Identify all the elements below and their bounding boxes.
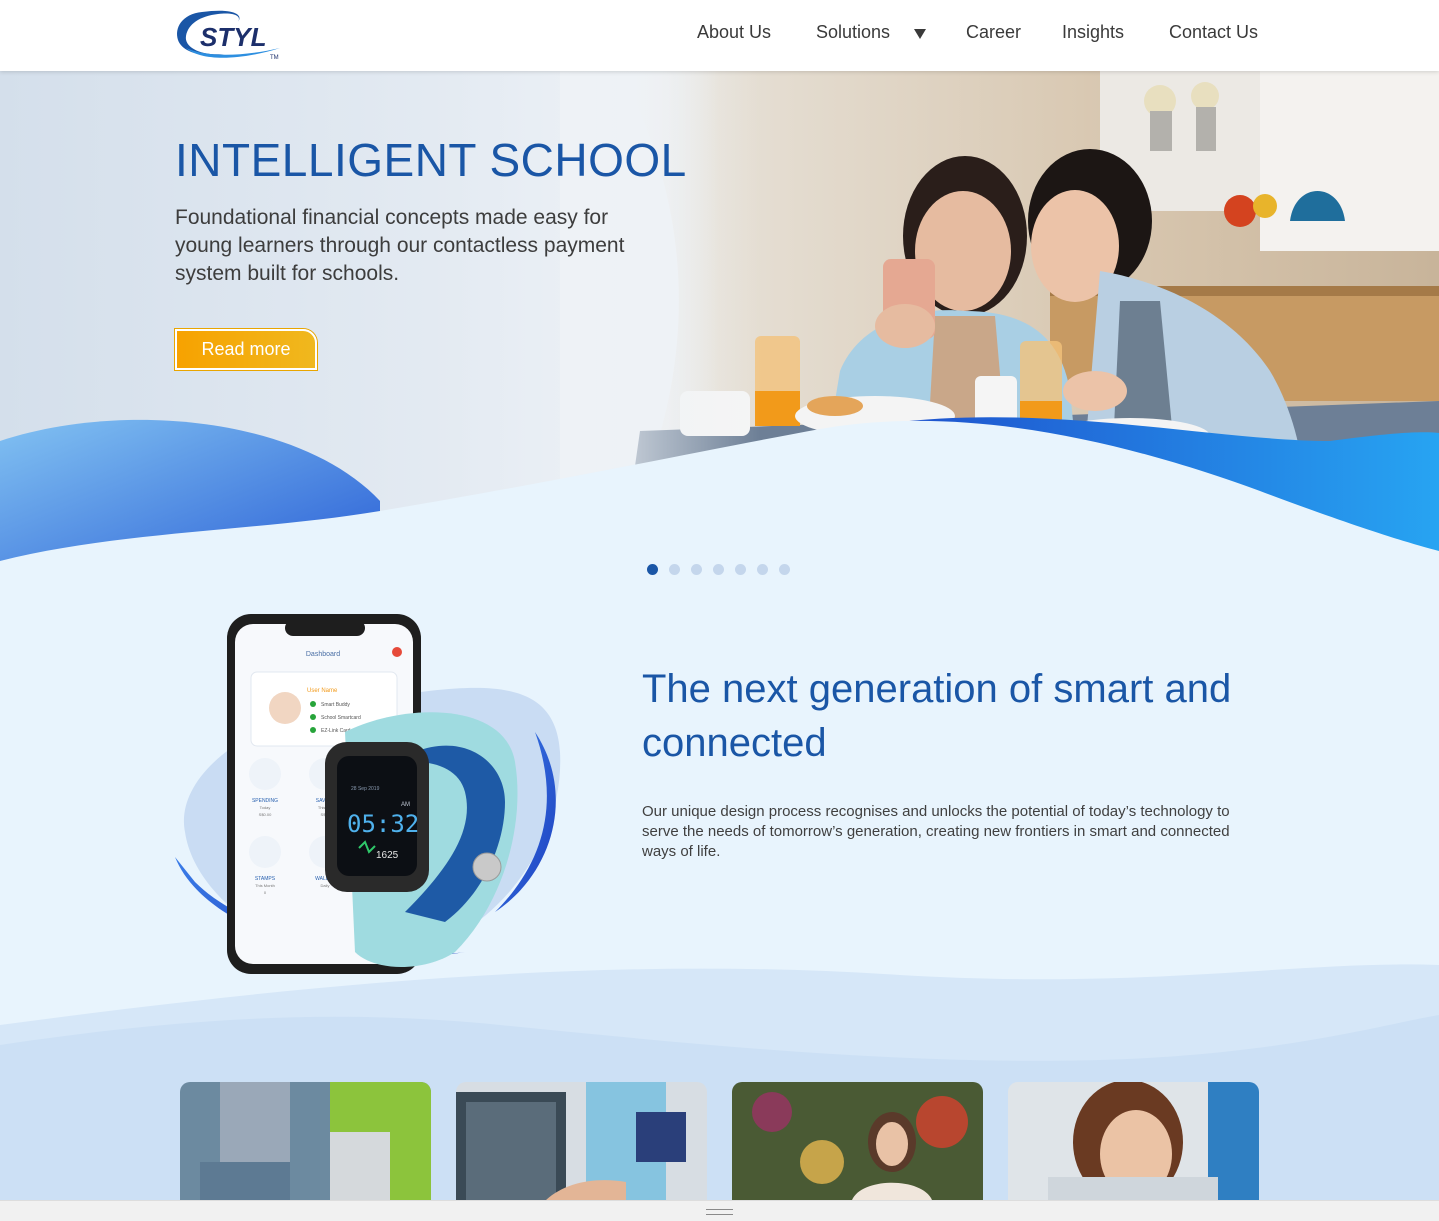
hero-banner[interactable]: INTELLIGENT SCHOOL Foundational financia… bbox=[0, 71, 1439, 571]
solution-card-3[interactable] bbox=[732, 1082, 983, 1200]
photo-kiosk bbox=[456, 1082, 707, 1200]
watch-date: 28 Sep 2019 bbox=[351, 786, 380, 792]
main-nav: About Us Solutions Career Insights Conta… bbox=[0, 0, 1439, 71]
carousel-dot-2[interactable] bbox=[669, 564, 680, 575]
resize-handle-icon[interactable] bbox=[706, 1209, 733, 1215]
hero-title: INTELLIGENT SCHOOL bbox=[175, 134, 687, 186]
solution-card-2[interactable] bbox=[456, 1082, 707, 1200]
carousel-dot-1[interactable] bbox=[647, 564, 658, 575]
watch-time: 05:32 bbox=[347, 810, 419, 838]
photo-shopping bbox=[180, 1082, 431, 1200]
app-user-name: User Name bbox=[307, 688, 338, 694]
watch-steps: 1625 bbox=[376, 850, 399, 861]
phone-watch-illustration: Dashboard User Name Smart Buddy School S… bbox=[175, 614, 561, 974]
carousel-pagination bbox=[647, 564, 797, 576]
solution-card-4[interactable] bbox=[1008, 1082, 1259, 1200]
watch-ampm: AM bbox=[401, 802, 410, 808]
app-tile-stamps: STAMPS bbox=[255, 876, 276, 882]
nav-career[interactable]: Career bbox=[966, 22, 1021, 43]
carousel-dot-4[interactable] bbox=[713, 564, 724, 575]
app-linked-item-2: School Smartcard bbox=[321, 715, 361, 721]
section-description: Our unique design process recognises and… bbox=[642, 803, 1230, 860]
carousel-dot-6[interactable] bbox=[757, 564, 768, 575]
app-linked-item-1: Smart Buddy bbox=[321, 702, 350, 708]
hero-description: Foundational financial concepts made eas… bbox=[175, 206, 625, 285]
app-tile-wallet-sub: Daily bbox=[321, 883, 330, 888]
chevron-down-icon[interactable] bbox=[913, 28, 927, 40]
bell-icon bbox=[392, 647, 402, 657]
nav-about-us[interactable]: About Us bbox=[697, 22, 771, 43]
section-title: The next generation of smart and connect… bbox=[642, 667, 1232, 765]
app-dashboard-title: Dashboard bbox=[306, 651, 340, 658]
product-image: Dashboard User Name Smart Buddy School S… bbox=[175, 612, 570, 982]
avatar bbox=[269, 692, 301, 724]
solution-card-1[interactable] bbox=[180, 1082, 431, 1200]
app-tile-spending-sub: Today bbox=[260, 805, 271, 810]
photo-student bbox=[1008, 1082, 1259, 1200]
site-header: STYL TM About Us Solutions Career Insigh… bbox=[0, 0, 1439, 71]
nav-contact-us[interactable]: Contact Us bbox=[1169, 22, 1258, 43]
carousel-dot-3[interactable] bbox=[691, 564, 702, 575]
app-tile-spending: SPENDING bbox=[252, 798, 278, 804]
nav-solutions[interactable]: Solutions bbox=[816, 22, 890, 43]
nav-insights[interactable]: Insights bbox=[1062, 22, 1124, 43]
photo-florist bbox=[732, 1082, 983, 1200]
carousel-dot-7[interactable] bbox=[779, 564, 790, 575]
read-more-button[interactable]: Read more bbox=[175, 329, 317, 370]
app-tile-spending-value: S$0.00 bbox=[259, 812, 272, 817]
carousel-dot-5[interactable] bbox=[735, 564, 746, 575]
panel-resize-bar bbox=[0, 1200, 1439, 1221]
app-tile-stamps-sub: This Month bbox=[255, 883, 275, 888]
